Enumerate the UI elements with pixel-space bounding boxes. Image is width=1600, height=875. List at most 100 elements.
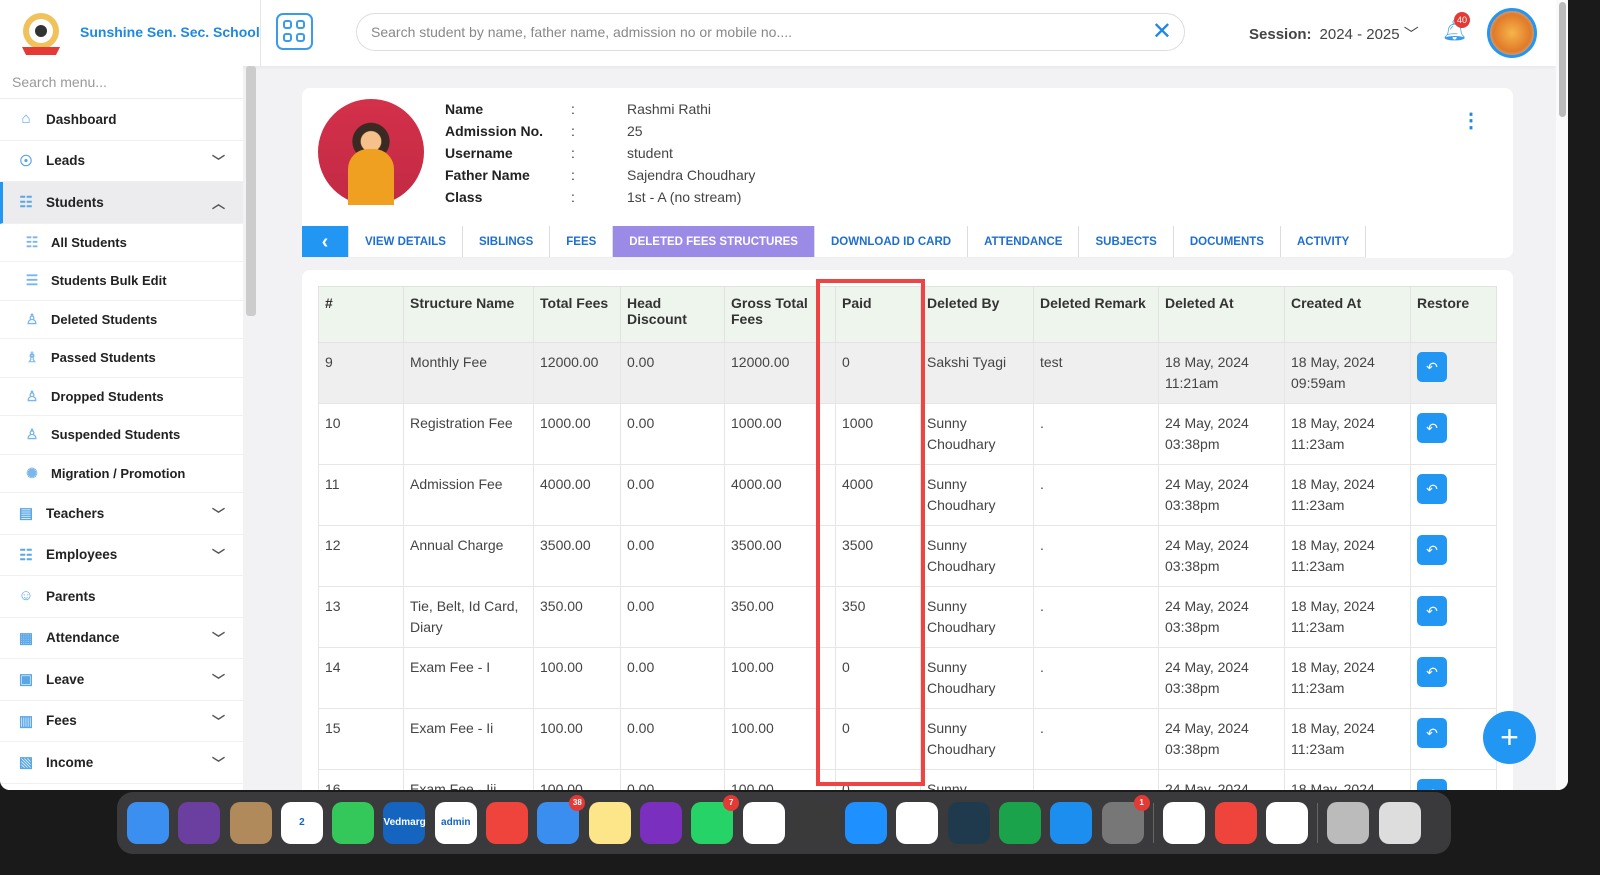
- sidebar-item-label: Employees: [46, 547, 118, 563]
- table-cell: 24 May, 2024 03:38pm: [1158, 525, 1285, 587]
- restore-button[interactable]: ↶: [1417, 718, 1447, 748]
- top-header: Sunshine Sen. Sec. School Search student…: [0, 0, 1556, 66]
- dock-app-notes-icon[interactable]: [588, 802, 631, 844]
- dock-app-label: 2: [299, 817, 305, 828]
- dock-app-chrome-icon[interactable]: [742, 802, 785, 844]
- table-cell: 10: [318, 403, 404, 465]
- table-cell: 18 May, 2024 11:23am: [1284, 647, 1411, 709]
- dock-app-opera-icon[interactable]: [896, 802, 939, 844]
- sidebar-subitem-dropped-students[interactable]: ♙ Dropped Students: [0, 378, 243, 416]
- more-options-icon[interactable]: ⋮: [1461, 108, 1481, 133]
- table-cell: 4000.00: [533, 464, 621, 526]
- dock-separator: [1317, 803, 1319, 843]
- dock-app-facetime-icon[interactable]: [332, 802, 375, 844]
- session-selector[interactable]: Session: 2024 - 2025 ﹀: [1249, 23, 1419, 44]
- sidebar-item-label: Teachers: [46, 505, 105, 521]
- sidebar-item-employees[interactable]: ☷ Employees ﹀: [0, 535, 243, 576]
- apps-grid-icon[interactable]: [276, 13, 313, 50]
- sidebar-scrollbar[interactable]: [246, 66, 256, 316]
- sidebar-item-teachers[interactable]: ▤ Teachers ﹀: [0, 493, 243, 535]
- dock-app-calendar-icon[interactable]: 2: [280, 802, 323, 844]
- info-row: Username: student: [445, 142, 755, 164]
- dock-app-archive-icon[interactable]: [1327, 802, 1370, 844]
- tab-attendance[interactable]: ATTENDANCE: [968, 226, 1080, 257]
- dock-app-wondershare-icon[interactable]: [947, 802, 990, 844]
- info-row: Class: 1st - A (no stream): [445, 186, 755, 208]
- restore-button[interactable]: ↶: [1417, 596, 1447, 626]
- sidebar-subitem-passed-students[interactable]: ♗ Passed Students: [0, 339, 243, 378]
- sidebar-item-leave[interactable]: ▣ Leave ﹀: [0, 659, 243, 701]
- table-cell: Registration Fee: [403, 403, 534, 465]
- tab-fees[interactable]: FEES: [550, 226, 614, 257]
- table-cell: 18 May, 2024 11:23am: [1284, 525, 1411, 587]
- back-button[interactable]: ‹: [302, 226, 349, 257]
- dock-app-vedmarg-admin-icon[interactable]: admin: [434, 802, 477, 844]
- dock-app-sublime-icon[interactable]: [793, 802, 836, 844]
- restore-button[interactable]: ↶: [1417, 657, 1447, 687]
- sidebar-item-leads[interactable]: ☉ Leads ﹀: [0, 141, 243, 182]
- table-cell: 0: [835, 342, 921, 404]
- dock-app-excel-icon[interactable]: [1265, 802, 1308, 844]
- dock-app-whatsapp-icon[interactable]: 7: [691, 795, 740, 844]
- tab-download-id-card[interactable]: DOWNLOAD ID CARD: [815, 226, 969, 257]
- school-name[interactable]: Sunshine Sen. Sec. School: [80, 24, 260, 40]
- sidebar-subitem-deleted-students[interactable]: ♙ Deleted Students: [0, 301, 243, 339]
- sidebar-item-fees[interactable]: ▥ Fees ﹀: [0, 701, 243, 742]
- dock-app-anydesk-icon[interactable]: [1214, 802, 1257, 844]
- page-scrollbar[interactable]: [1556, 0, 1568, 790]
- column-header: Restore: [1410, 286, 1497, 343]
- sidebar-subitem-all-students[interactable]: ☷ All Students: [0, 224, 243, 262]
- clear-search-icon[interactable]: ✕: [1152, 14, 1172, 50]
- restore-button[interactable]: ↶: [1417, 413, 1447, 443]
- sidebar-item-attendance[interactable]: ▦ Attendance ﹀: [0, 618, 243, 659]
- dock-app-firefox-icon[interactable]: [639, 802, 682, 844]
- tab-subjects[interactable]: SUBJECTS: [1079, 226, 1174, 257]
- dock-app-trash-icon[interactable]: [1378, 802, 1421, 844]
- dock-app-mail-icon[interactable]: 38: [537, 795, 586, 844]
- deleted-fees-card: # Structure Name Total Fees Head Discount Gr…: [302, 270, 1513, 790]
- dock-app-siri-icon[interactable]: [178, 802, 221, 844]
- table-cell: 18 May, 2024 11:23am: [1284, 708, 1411, 770]
- dock-app-feather-icon[interactable]: [999, 802, 1042, 844]
- dock-app-finder-icon[interactable]: [127, 802, 169, 844]
- table-cell: 18 May, 2024 11:23am: [1284, 464, 1411, 526]
- add-button[interactable]: +: [1483, 711, 1536, 764]
- info-value: 25: [627, 123, 643, 139]
- table-cell: 18 May, 2024 11:23am: [1284, 403, 1411, 465]
- dock-app-contacts-icon[interactable]: [229, 802, 272, 844]
- leave-icon: ▣: [18, 671, 34, 689]
- sidebar-item-students[interactable]: ☷ Students ︿: [0, 182, 243, 224]
- student-search-input[interactable]: Search student by name, father name, adm…: [356, 13, 1185, 51]
- sidebar-item-parents[interactable]: ☺ Parents: [0, 576, 243, 618]
- sidebar-subitem-bulk-edit[interactable]: ☰ Students Bulk Edit: [0, 262, 243, 301]
- dock-app-safari-icon[interactable]: [845, 802, 888, 844]
- sidebar-subitem-suspended-students[interactable]: ♙ Suspended Students: [0, 416, 243, 455]
- restore-button[interactable]: ↶: [1417, 779, 1447, 790]
- dock-app-system-settings-icon[interactable]: 1: [1101, 795, 1150, 844]
- tab-view-details[interactable]: VIEW DETAILS: [349, 226, 463, 257]
- user-avatar[interactable]: [1487, 8, 1537, 58]
- table-cell: 16: [318, 769, 404, 790]
- tab-documents[interactable]: DOCUMENTS: [1174, 226, 1281, 257]
- table-cell: 1000: [835, 403, 921, 465]
- dock-app-powerpoint-icon[interactable]: [1163, 802, 1206, 844]
- table-row: 16Exam Fee - Iii100.000.00100.000Sunny C…: [318, 769, 1497, 790]
- table-cell: 100.00: [533, 647, 621, 709]
- menu-search-input[interactable]: Search menu...: [0, 66, 243, 99]
- restore-button[interactable]: ↶: [1417, 474, 1447, 504]
- column-header: Total Fees: [533, 286, 621, 343]
- chevron-up-icon: ︿: [211, 195, 225, 211]
- tab-deleted-fees-structures[interactable]: DELETED FEES STRUCTURES: [613, 226, 815, 257]
- sidebar-subitem-migration[interactable]: ✺ Migration / Promotion: [0, 455, 243, 493]
- table-cell: 24 May, 2024 03:38pm: [1158, 464, 1285, 526]
- tab-siblings[interactable]: SIBLINGS: [463, 226, 551, 257]
- restore-button[interactable]: ↶: [1417, 352, 1447, 382]
- restore-button[interactable]: ↶: [1417, 535, 1447, 565]
- dock-app-vedmarg-icon[interactable]: Vedmarg: [383, 802, 426, 844]
- user-delete-icon: ♙: [25, 310, 39, 327]
- dock-app-app-store-icon[interactable]: [1050, 802, 1093, 844]
- dock-app-anydesk-icon[interactable]: [486, 802, 529, 844]
- sidebar-item-income[interactable]: ▧ Income ﹀: [0, 742, 243, 784]
- tab-activity[interactable]: ACTIVITY: [1281, 226, 1367, 257]
- sidebar-item-dashboard[interactable]: ⌂ Dashboard: [0, 99, 243, 141]
